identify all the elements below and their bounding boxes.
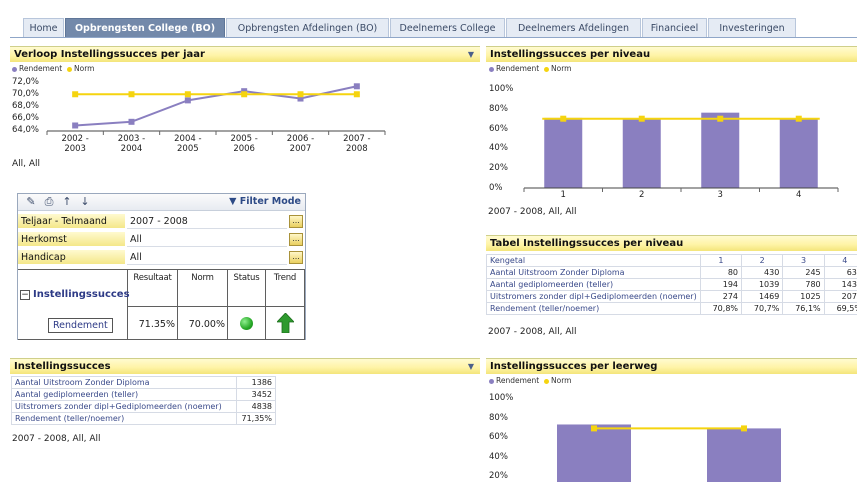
leerweg-rendement-bar	[707, 428, 781, 482]
leerweg-rendement-bar	[557, 424, 631, 482]
leerweg-norm-point	[741, 425, 747, 432]
leerweg-norm-point	[591, 425, 597, 432]
leerweg-bar-chart	[557, 424, 781, 482]
